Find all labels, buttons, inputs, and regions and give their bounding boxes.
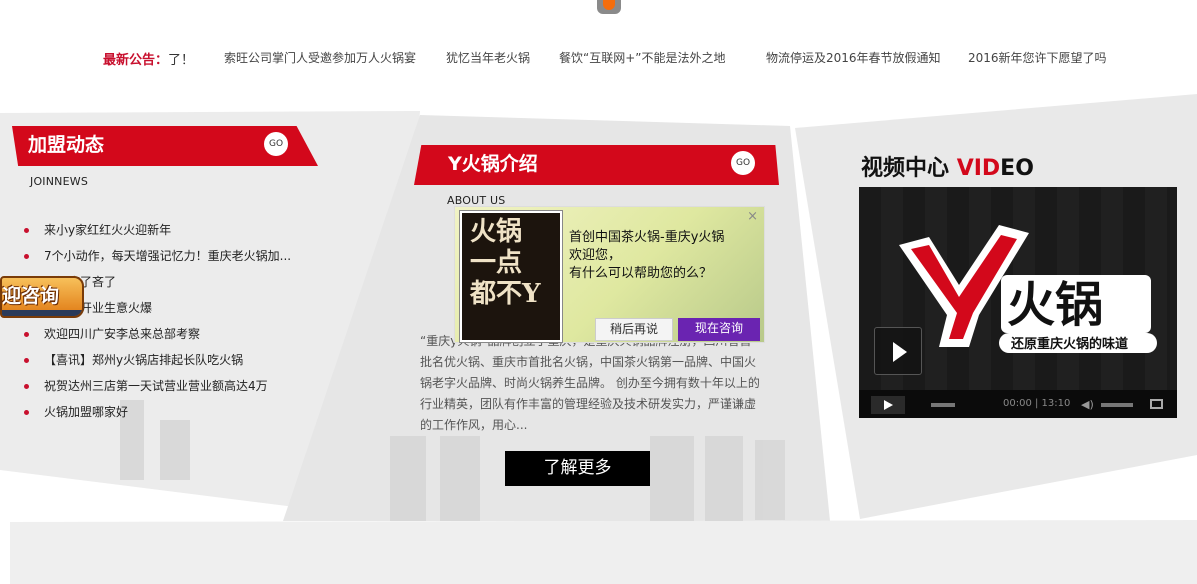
- notice-link[interactable]: 犹忆当年老火锅: [446, 49, 530, 66]
- news-item[interactable]: 【喜讯】郑州y火锅店排起长队吃火锅: [24, 351, 291, 377]
- video-controls: 00:00 | 13:10 ◀): [859, 390, 1177, 418]
- volume-icon[interactable]: ◀): [1081, 398, 1099, 411]
- play-button[interactable]: [871, 396, 905, 414]
- news-item[interactable]: 7个小动作，每天增强记忆力！重庆老火锅加...: [24, 247, 291, 273]
- notice-link[interactable]: 索旺公司掌门人受邀参加万人火锅宴: [224, 49, 416, 66]
- chat-message: 首创中国茶火锅-重庆y火锅 欢迎您， 有什么可以帮助您的么？: [569, 230, 725, 281]
- chat-avatar-image: 火锅 一点 都不Y: [460, 211, 562, 342]
- chat-popup: × 火锅 一点 都不Y 首创中国茶火锅-重庆y火锅 欢迎您， 有什么可以帮助您的…: [454, 206, 765, 343]
- top-indicator[interactable]: [597, 0, 621, 14]
- news-item[interactable]: 欢迎四川广安李总来总部考察: [24, 325, 291, 351]
- join-news-list: 来小y家红红火火迎新年 7个小动作，每天增强记忆力！重庆老火锅加... 火锅店了…: [24, 221, 291, 429]
- close-icon[interactable]: ×: [747, 209, 758, 224]
- join-go-button[interactable]: GO: [264, 132, 288, 156]
- learn-more-button[interactable]: 了解更多: [505, 451, 650, 486]
- intro-title: Y火锅介绍: [448, 153, 538, 175]
- notice-bar: 最新公告：了！ 索旺公司掌门人受邀参加万人火锅宴 犹忆当年老火锅 餐饮“互联网+…: [0, 49, 1197, 68]
- intro-text: “重庆y火锅”品牌创立于重庆，是重庆火锅品牌注册，四川省首批名优火锅、重庆市首批…: [420, 334, 760, 432]
- intro-go-button[interactable]: GO: [731, 151, 755, 175]
- join-subtitle: JOINNEWS: [30, 175, 89, 188]
- notice-link[interactable]: 餐饮“互联网+”不能是法外之地: [559, 49, 726, 66]
- join-title: 加盟动态: [28, 134, 105, 156]
- video-logo: Y 火锅 还原重庆火锅的味道: [899, 225, 1157, 353]
- notice-link[interactable]: 2016新年您许下愿望了吗: [968, 49, 1107, 66]
- chat-later-button[interactable]: 稍后再说: [595, 318, 673, 341]
- float-consult-tag[interactable]: 迎咨询: [0, 276, 84, 318]
- svg-text:火锅: 火锅: [1007, 277, 1103, 333]
- notice-link[interactable]: 物流停运及2016年春节放假通知: [766, 49, 941, 66]
- play-overlay-button[interactable]: [874, 327, 922, 375]
- notice-label: 最新公告：了！: [103, 53, 195, 68]
- news-item[interactable]: 祝贺达州三店第一天试营业营业额高达4万: [24, 377, 291, 403]
- video-title: 视频中心 VIDEO: [861, 156, 1034, 181]
- intro-title-ribbon: Y火锅介绍: [414, 145, 779, 185]
- chat-now-button[interactable]: 现在咨询: [678, 318, 760, 341]
- fullscreen-icon[interactable]: [1150, 399, 1163, 409]
- news-item[interactable]: 火锅加盟哪家好: [24, 403, 291, 429]
- video-time: 00:00 | 13:10: [1003, 398, 1071, 409]
- svg-text:还原重庆火锅的味道: 还原重庆火锅的味道: [1010, 336, 1128, 352]
- volume-slider[interactable]: [1101, 403, 1133, 407]
- progress-bar[interactable]: [931, 403, 955, 407]
- video-player[interactable]: Y 火锅 还原重庆火锅的味道 00:00 | 13:10 ◀): [859, 187, 1177, 418]
- news-item[interactable]: 来小y家红红火火迎新年: [24, 221, 291, 247]
